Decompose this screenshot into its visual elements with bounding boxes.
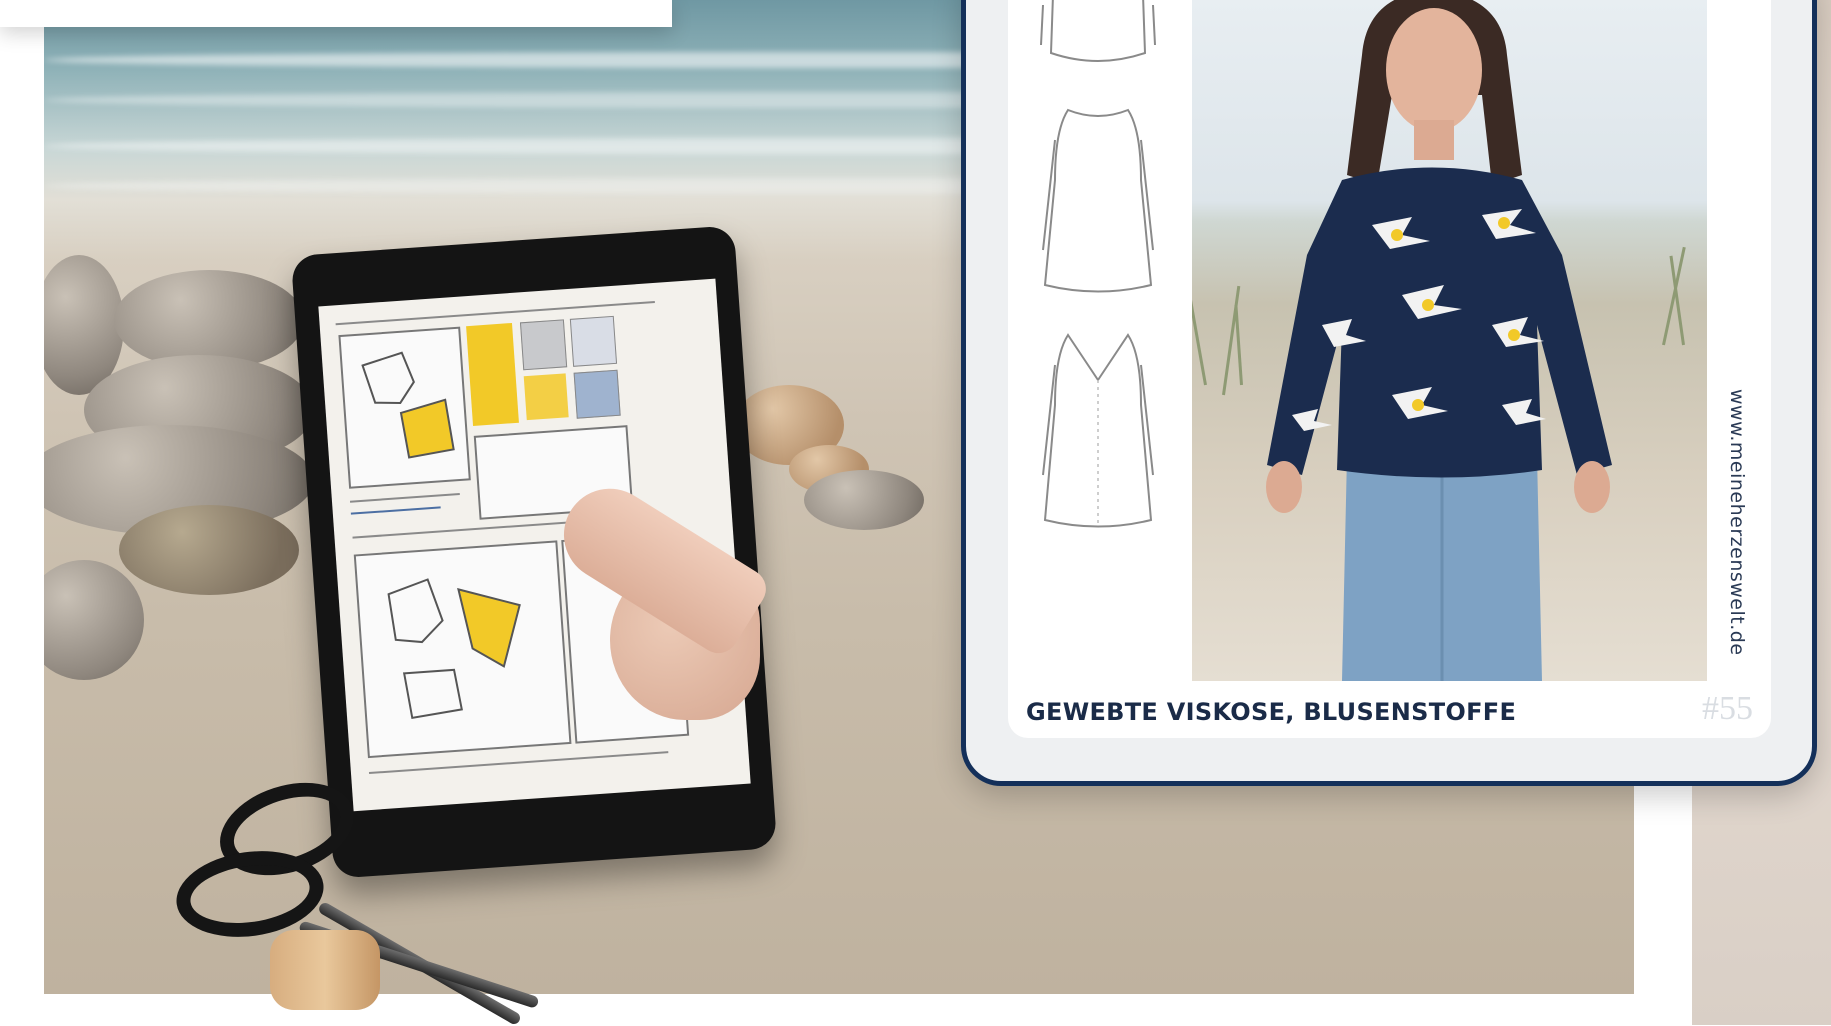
model-photo [1192,0,1707,681]
pdf-step-panel [353,540,572,759]
page-number: #55 [1702,690,1753,727]
fabric-recommendation: GEWEBTE VISKOSE, BLUSENSTOFFE [1026,698,1517,726]
stone [119,505,299,595]
model-figure [1266,0,1612,681]
pdf-yellow-block [523,373,569,421]
pattern-piece-sketch [361,351,455,459]
product-card: www.meineherzenswelt.de GEWEBTE VISKOSE,… [961,0,1817,786]
pdf-text-line [349,493,460,503]
stone [804,470,924,530]
pattern-piece-sketch [387,578,521,720]
product-card-inner: www.meineherzenswelt.de GEWEBTE VISKOSE,… [1008,0,1771,738]
stone [44,560,144,680]
wooden-spool [270,930,380,1010]
dress-sketch [1042,108,1154,293]
v-neck-dress-sketch [1042,333,1154,528]
blouse-sketch [1040,0,1156,62]
pdf-text-line [350,506,441,515]
pdf-grey-block [573,369,621,419]
pdf-grey-block [569,315,618,367]
pdf-yellow-block [466,322,519,426]
pdf-step-panel [338,326,471,489]
pdf-grey-block [519,319,568,371]
top-banner [0,0,672,27]
website-url: www.meineherzenswelt.de [1726,389,1748,656]
